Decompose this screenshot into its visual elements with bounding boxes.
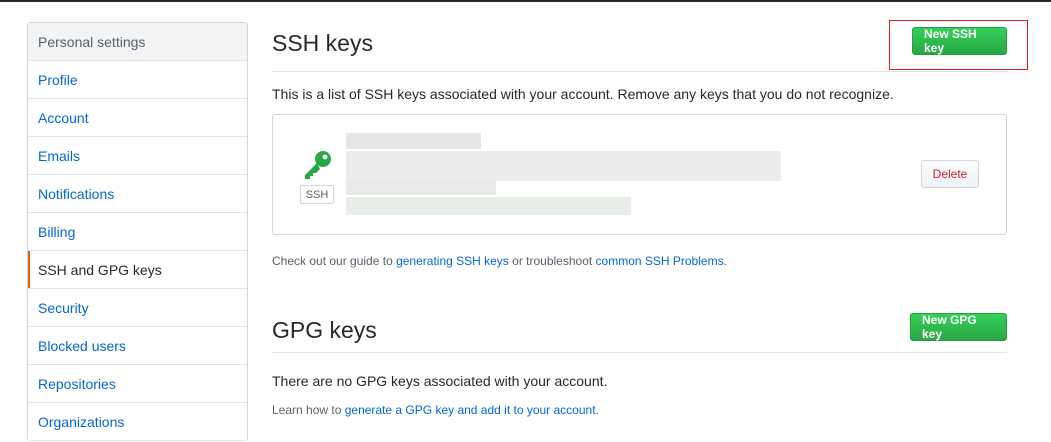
sidebar-item-notifications[interactable]: Notifications xyxy=(28,175,247,213)
gpg-section-title: GPG keys xyxy=(272,317,377,343)
guide-middle: or troubleshoot xyxy=(508,254,596,268)
settings-sidebar: Personal settings Profile Account Emails… xyxy=(27,22,248,441)
guide-suffix: . xyxy=(723,254,727,268)
sidebar-item-security[interactable]: Security xyxy=(28,289,247,327)
redacted-key-last-used xyxy=(346,197,631,215)
redacted-key-added xyxy=(346,181,496,195)
new-gpg-key-button[interactable]: New GPG key xyxy=(910,313,1007,341)
sidebar-item-blocked-users[interactable]: Blocked users xyxy=(28,327,247,365)
learn-prefix: Learn how to xyxy=(272,403,345,417)
common-ssh-problems-link[interactable]: common SSH Problems xyxy=(596,254,724,268)
sidebar-item-ssh-gpg-keys[interactable]: SSH and GPG keys xyxy=(28,251,247,289)
gpg-learn-text: Learn how to generate a GPG key and add … xyxy=(272,403,599,417)
sidebar-item-emails[interactable]: Emails xyxy=(28,137,247,175)
redacted-key-title xyxy=(346,133,481,149)
ssh-guide-text: Check out our guide to generating SSH ke… xyxy=(272,254,727,268)
key-icon xyxy=(305,151,331,179)
sidebar-item-account[interactable]: Account xyxy=(28,99,247,137)
generating-ssh-keys-link[interactable]: generating SSH keys xyxy=(396,254,509,268)
annotation-highlight-box xyxy=(889,20,1028,70)
ssh-section-title: SSH keys xyxy=(272,30,373,56)
ssh-key-type-label: SSH xyxy=(300,185,334,204)
gpg-section-header: GPG keys New GPG key xyxy=(272,300,1007,353)
sidebar-item-repositories[interactable]: Repositories xyxy=(28,365,247,403)
guide-prefix: Check out our guide to xyxy=(272,254,397,268)
sidebar-header: Personal settings xyxy=(28,23,247,61)
sidebar-item-billing[interactable]: Billing xyxy=(28,213,247,251)
sidebar-item-organizations[interactable]: Organizations xyxy=(28,403,247,441)
learn-suffix: . xyxy=(595,403,599,417)
ssh-intro-text: This is a list of SSH keys associated wi… xyxy=(272,86,894,102)
ssh-key-item: SSH Delete xyxy=(272,114,1007,235)
delete-ssh-key-button[interactable]: Delete xyxy=(921,160,979,188)
gpg-empty-text: There are no GPG keys associated with yo… xyxy=(272,373,608,389)
redacted-key-fingerprint xyxy=(346,151,781,181)
sidebar-item-profile[interactable]: Profile xyxy=(28,61,247,99)
generate-gpg-key-link[interactable]: generate a GPG key and add it to your ac… xyxy=(345,403,596,417)
